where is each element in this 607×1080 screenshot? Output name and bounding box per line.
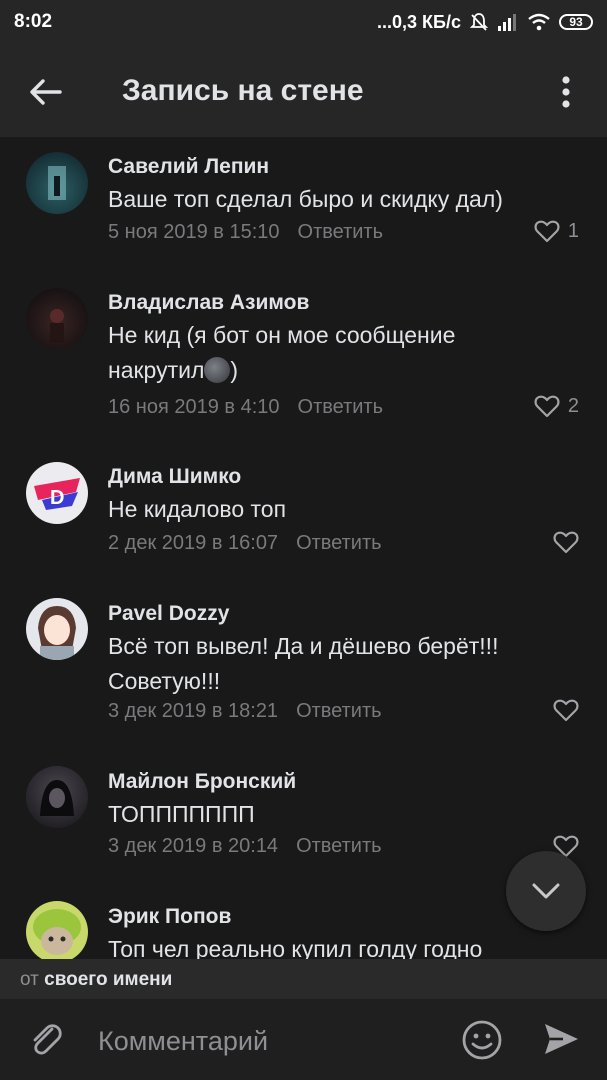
avatar-image: D [34, 478, 80, 510]
chevron-down-icon [532, 883, 560, 899]
comment-text: Всё топ вывел! Да и дёшево берёт!!! Сове… [108, 633, 499, 694]
comment-date: 3 дек 2019 в 20:14 [108, 835, 279, 857]
like-button[interactable]: 1 [534, 219, 579, 243]
comment-date: 3 дек 2019 в 18:21 [108, 700, 279, 722]
comment-text: Ваше топ сделал быро и скидку дал) [108, 186, 503, 212]
avatar-image [40, 780, 74, 816]
avatar[interactable] [26, 766, 88, 828]
back-arrow-icon[interactable] [26, 72, 66, 112]
comment-author[interactable]: Эрик Попов [108, 905, 231, 929]
comment-input[interactable] [96, 1021, 440, 1061]
comment-date: 2 дек 2019 в 16:07 [108, 532, 279, 554]
comment-meta: 5 ноя 2019 в 15:10 Ответить [108, 221, 383, 244]
wifi-icon [528, 13, 550, 31]
comment-author[interactable]: Дима Шимко [108, 465, 241, 489]
scroll-down-button[interactable] [506, 851, 586, 931]
like-button[interactable] [553, 530, 579, 554]
signal-icon [498, 14, 516, 31]
comment-text: Не кидалово топ [108, 496, 287, 522]
like-button[interactable]: 2 [534, 394, 579, 418]
reply-button[interactable]: Ответить [298, 396, 384, 418]
comment-text-part: Не кид (я бот он мое сообщение накрутил [108, 322, 456, 383]
comment-author[interactable]: Pavel Dozzy [108, 602, 229, 626]
comments-list[interactable]: Савелий Лепин Ваше топ сделал быро и ски… [0, 137, 607, 959]
comment-author[interactable]: Савелий Лепин [108, 155, 269, 179]
status-time: 8:02 [14, 11, 53, 32]
heart-icon [553, 699, 579, 722]
paperclip-icon[interactable] [26, 1019, 66, 1059]
comment-meta: 3 дек 2019 в 18:21 Ответить [108, 700, 382, 723]
comment-composer [0, 999, 607, 1080]
heart-icon [553, 531, 579, 554]
avatar-image [38, 606, 76, 660]
heart-icon [534, 395, 560, 418]
avatar-image [50, 309, 64, 343]
app-toolbar: Запись на стене [0, 44, 607, 137]
reply-button[interactable]: Ответить [296, 700, 382, 722]
like-button[interactable] [553, 698, 579, 722]
post-as-prefix: от [20, 969, 39, 990]
comment-meta: 2 дек 2019 в 16:07 Ответить [108, 532, 382, 555]
avatar-image [33, 909, 81, 955]
post-as-name: своего имени [44, 969, 173, 990]
comment-author[interactable]: Майлон Бронский [108, 770, 296, 794]
send-icon[interactable] [541, 1019, 581, 1059]
comment-text: Не кид (я бот он мое сообщение накрутил) [108, 318, 508, 388]
comment-date: 16 ноя 2019 в 4:10 [108, 396, 280, 418]
comment-author[interactable]: Владислав Азимов [108, 291, 309, 315]
reply-button[interactable]: Ответить [296, 835, 382, 857]
comment-text-part: ) [230, 357, 239, 383]
avatar[interactable] [26, 901, 88, 959]
avatar[interactable] [26, 288, 88, 350]
new-moon-face-emoji [204, 357, 231, 383]
comment-date: 5 ноя 2019 в 15:10 [108, 221, 280, 243]
network-speed: ...0,3 КБ/с [377, 11, 461, 32]
comment-meta: 3 дек 2019 в 20:14 Ответить [108, 835, 382, 858]
heart-icon [534, 220, 560, 243]
comment-meta: 16 ноя 2019 в 4:10 Ответить [108, 396, 383, 419]
reply-button[interactable]: Ответить [296, 532, 382, 554]
avatar[interactable]: D [26, 462, 88, 524]
status-indicators: ...0,3 КБ/с 93 [377, 12, 593, 33]
like-count: 1 [567, 219, 579, 242]
post-as-selector[interactable]: от своего имени [0, 959, 607, 999]
avatar[interactable] [26, 598, 88, 660]
mute-icon [469, 13, 489, 31]
more-vertical-icon[interactable] [552, 72, 580, 112]
svg-text:D: D [50, 487, 64, 509]
avatar-image [48, 166, 66, 200]
battery-indicator: 93 [559, 14, 593, 30]
like-count: 2 [567, 394, 579, 417]
status-bar: 8:02 ...0,3 КБ/с 93 [0, 0, 607, 44]
comment-text: Топ чел реально купил голду годно [108, 936, 483, 959]
avatar[interactable] [26, 152, 88, 214]
reply-button[interactable]: Ответить [298, 221, 384, 243]
comment-text: ТОППППППП [108, 801, 255, 827]
page-title: Запись на стене [122, 74, 364, 107]
smiley-icon[interactable] [461, 1019, 503, 1061]
